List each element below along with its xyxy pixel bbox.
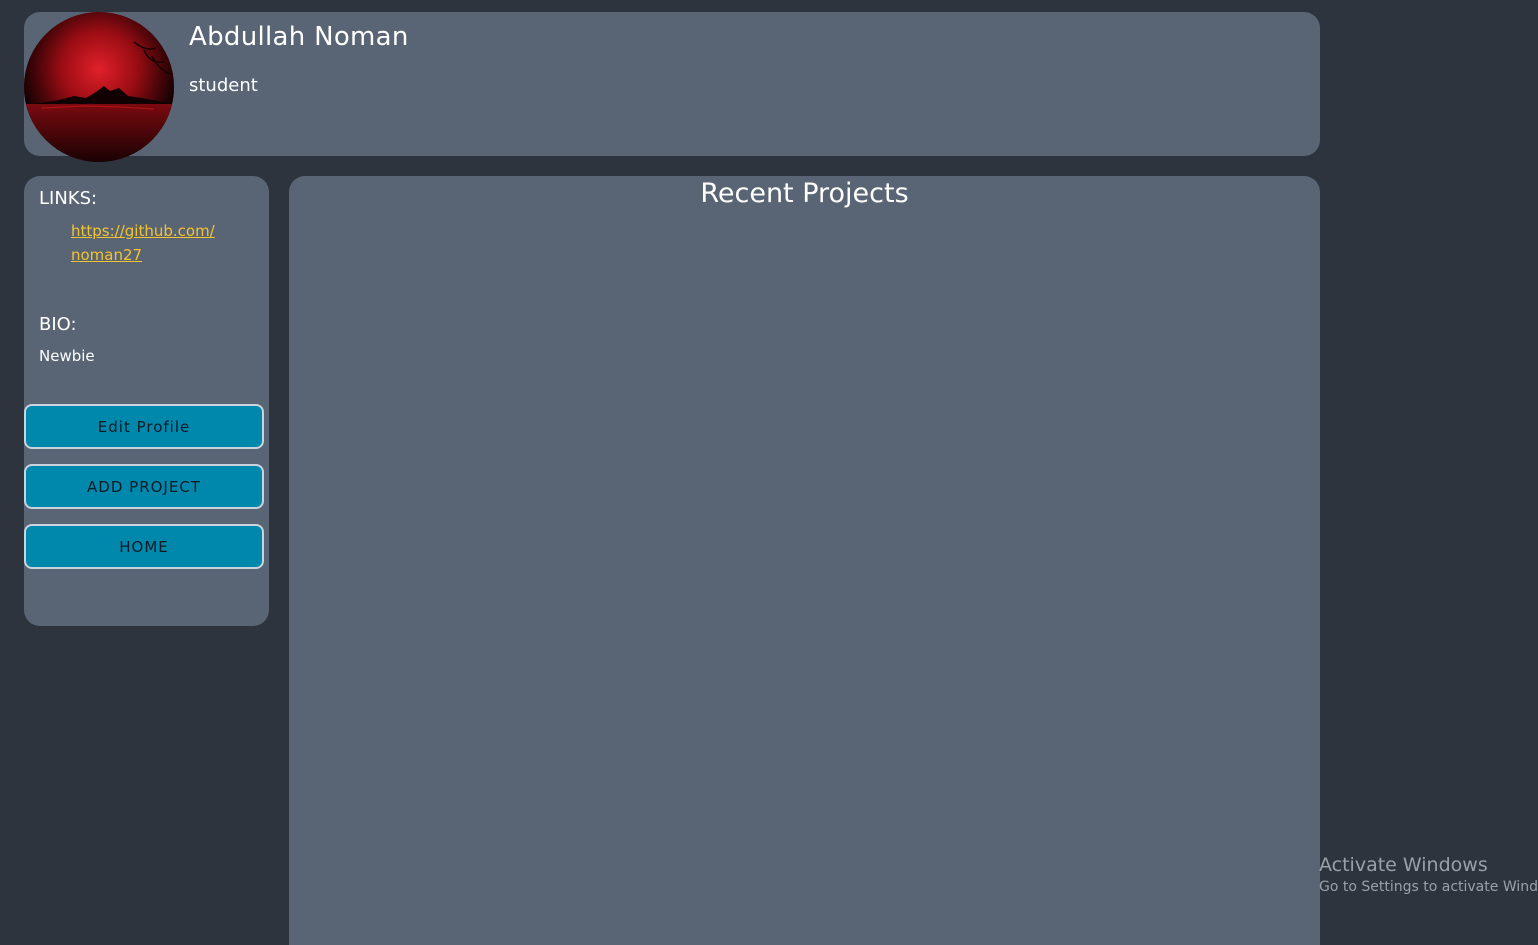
profile-header: Abdullah Noman student: [24, 12, 1320, 162]
profile-sidebar: LINKS: https://github.com/noman27 BIO: N…: [24, 176, 269, 626]
add-project-button[interactable]: ADD PROJECT: [24, 464, 264, 509]
recent-projects-title: Recent Projects: [700, 178, 909, 209]
bio-text: Newbie: [39, 347, 95, 365]
activate-windows-watermark: Activate Windows Go to Settings to activ…: [1319, 853, 1538, 897]
home-button[interactable]: HOME: [24, 524, 264, 569]
avatar: [24, 12, 174, 162]
blood-moon-icon: [24, 12, 174, 162]
links-label: LINKS:: [39, 188, 98, 209]
user-name: Abdullah Noman: [189, 22, 409, 52]
user-role: student: [189, 75, 258, 96]
profile-page: Abdullah Noman student LINKS: https://gi…: [0, 0, 1538, 945]
watermark-subtitle: Go to Settings to activate Windows.: [1319, 879, 1538, 895]
github-link[interactable]: https://github.com/noman27: [71, 219, 221, 267]
edit-profile-button[interactable]: Edit Profile: [24, 404, 264, 449]
bio-label: BIO:: [39, 314, 77, 335]
watermark-title: Activate Windows: [1319, 854, 1488, 876]
recent-projects-panel: Recent Projects: [289, 176, 1320, 945]
